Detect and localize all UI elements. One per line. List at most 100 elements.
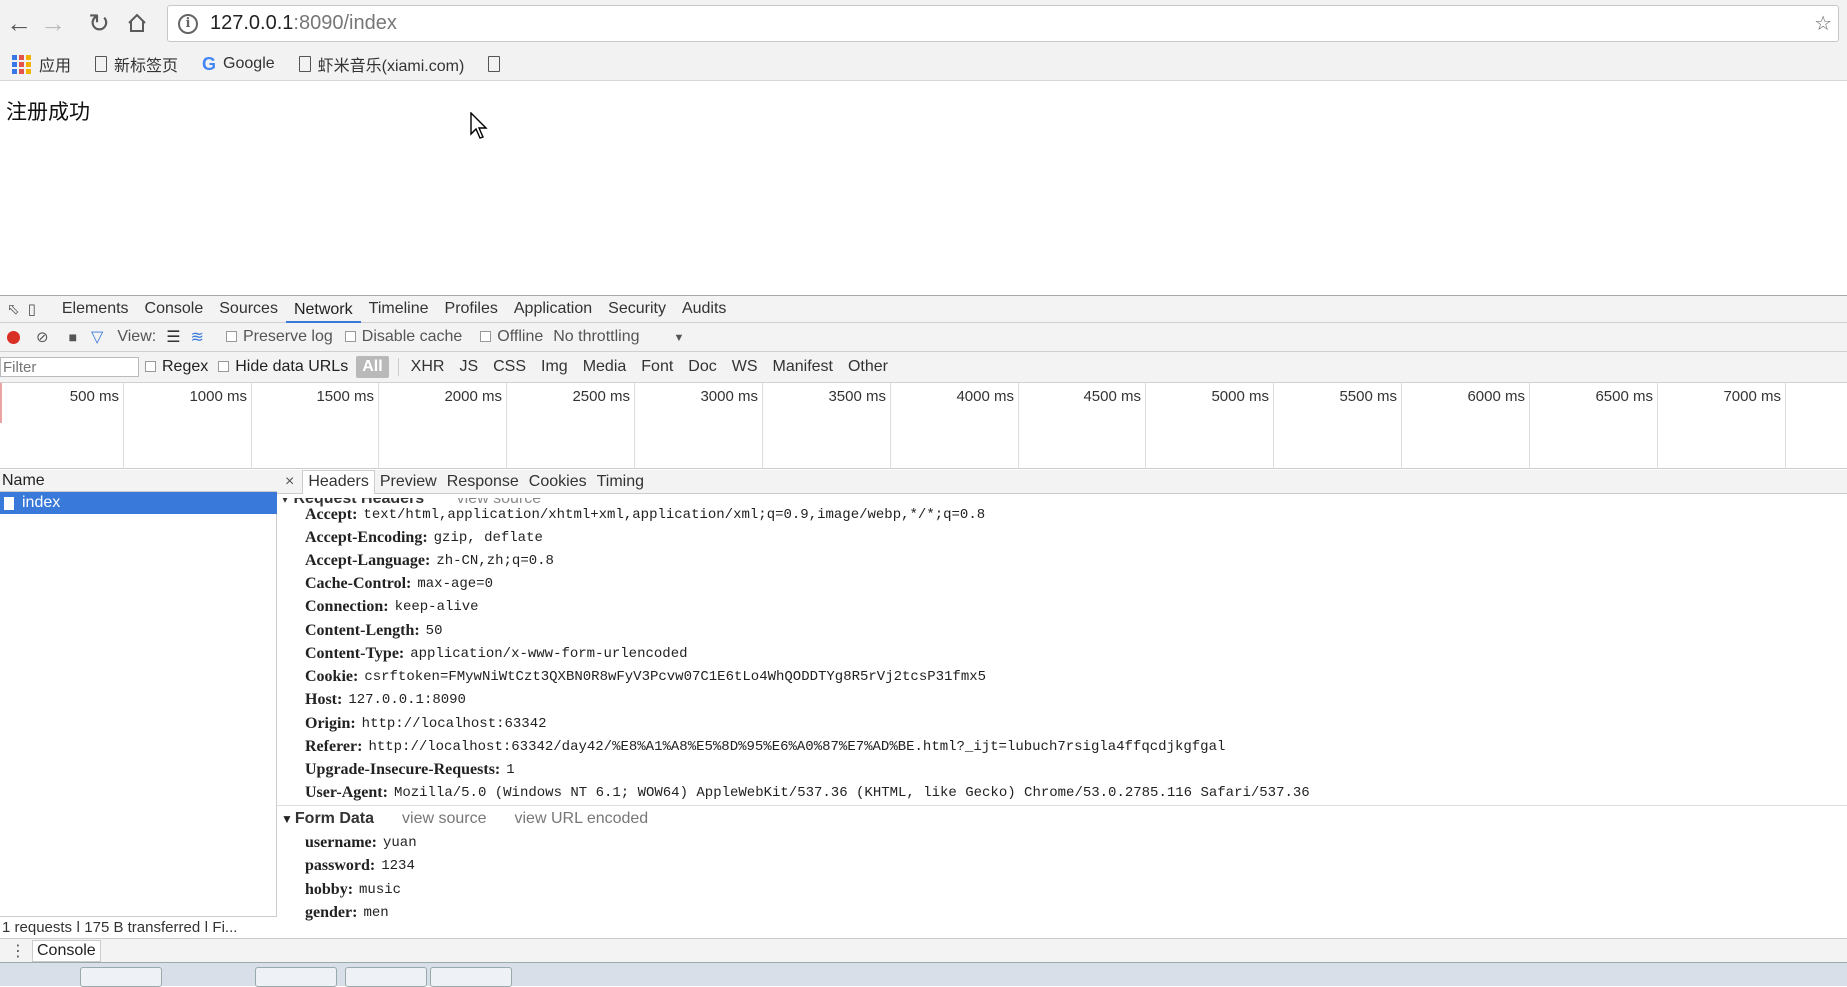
record-icon[interactable] — [7, 330, 20, 344]
reload-icon[interactable]: ↻ — [84, 8, 114, 38]
tab-profiles[interactable]: Profiles — [437, 300, 506, 318]
regex-checkbox[interactable]: Regex — [145, 358, 208, 376]
forward-icon[interactable]: → — [38, 8, 68, 38]
close-icon[interactable]: × — [277, 473, 302, 491]
tab-elements[interactable]: Elements — [54, 300, 137, 318]
bookmark-apps[interactable]: 应用 — [12, 52, 71, 76]
bookmark-label: 虾米音乐(xiami.com) — [317, 58, 465, 75]
tab-sources[interactable]: Sources — [211, 300, 286, 318]
timeline-tick: 5000 ms — [1146, 383, 1274, 469]
filter-type-css[interactable]: CSS — [487, 356, 532, 378]
filter-type-font[interactable]: Font — [635, 356, 679, 378]
timeline-tick: 4500 ms — [1019, 383, 1146, 469]
bookmark-label: Google — [223, 55, 275, 72]
address-bar[interactable]: i 127.0.0.1 :8090/index ☆ — [167, 5, 1839, 42]
tab-network[interactable]: Network — [285, 296, 361, 323]
tab-timeline[interactable]: Timeline — [361, 300, 437, 318]
preserve-log-label: Preserve log — [242, 328, 333, 345]
taskbar-item[interactable] — [255, 967, 337, 987]
header-row: Host: 127.0.0.1:8090 — [305, 691, 466, 708]
header-row: Referer: http://localhost:63342/day42/%E8… — [305, 738, 1226, 755]
page-message: 注册成功 — [6, 101, 90, 124]
inspect-icon[interactable]: ⬁ — [7, 300, 20, 318]
filter-type-media[interactable]: Media — [577, 356, 633, 378]
taskbar-item[interactable] — [345, 967, 427, 987]
filter-type-other[interactable]: Other — [842, 356, 894, 378]
more-vertical-icon[interactable]: ⋮ — [10, 941, 26, 961]
filter-input[interactable] — [0, 357, 139, 377]
filter-bar: Regex Hide data URLs All XHR JS CSS Img … — [0, 352, 1847, 383]
header-row: Accept-Encoding: gzip, deflate — [305, 529, 543, 546]
network-overview[interactable]: 500 ms 1000 ms 1500 ms 2000 ms 2500 ms 3… — [0, 383, 1847, 469]
timeline-tick: 1500 ms — [252, 383, 379, 469]
browser-toolbar: ← → ↻ i 127.0.0.1 :8090/index ☆ — [0, 0, 1847, 48]
chevron-down-icon: ▼ — [673, 332, 685, 344]
header-row: Content-Length: 50 — [305, 622, 443, 639]
view-source-link[interactable]: view source — [402, 810, 486, 828]
mouse-cursor-icon — [470, 112, 488, 139]
triangle-down-icon: ▼ — [281, 811, 293, 826]
bookmark-new-tab[interactable]: 新标签页 — [95, 52, 178, 76]
header-row: Connection: keep-alive — [305, 598, 479, 615]
filter-type-img[interactable]: Img — [535, 356, 574, 378]
star-icon[interactable]: ☆ — [1814, 11, 1832, 36]
view-url-encoded-link[interactable]: view URL encoded — [515, 810, 649, 828]
camera-icon[interactable]: ■ — [69, 329, 77, 345]
hide-data-urls-label: Hide data URLs — [235, 358, 349, 375]
view-label: View: — [117, 328, 157, 345]
taskbar-item[interactable] — [80, 967, 162, 987]
filter-type-doc[interactable]: Doc — [682, 356, 722, 378]
tab-preview[interactable]: Preview — [375, 473, 442, 491]
devtools-panel: ⬁ ▯ Elements Console Sources Network Tim… — [0, 295, 1847, 987]
tab-audits[interactable]: Audits — [674, 300, 734, 318]
hide-data-urls-checkbox[interactable]: Hide data URLs — [218, 358, 348, 376]
name-column-header[interactable]: Name — [0, 470, 277, 492]
timeline-tick: 3500 ms — [763, 383, 891, 469]
form-row: username: yuan — [305, 834, 417, 851]
clear-icon[interactable]: ⊘ — [36, 328, 49, 346]
throttling-value: No throttling — [553, 328, 640, 345]
request-list: Name index 1 requests ǀ 175 B transferre… — [0, 470, 277, 938]
filter-icon[interactable]: ▽ — [91, 327, 103, 347]
throttling-select[interactable]: No throttling ▼ — [553, 328, 684, 346]
google-icon: G — [202, 53, 217, 74]
page-icon — [95, 56, 108, 72]
info-icon[interactable]: i — [178, 13, 198, 34]
filter-type-manifest[interactable]: Manifest — [767, 356, 839, 378]
preserve-log-checkbox[interactable]: Preserve log — [225, 328, 333, 346]
tab-response[interactable]: Response — [442, 473, 524, 491]
section-title: Form Data — [294, 809, 375, 827]
tab-console[interactable]: Console — [137, 300, 212, 318]
form-data-section[interactable]: ▼ Form Data view source view URL encoded — [277, 805, 1847, 831]
header-row: User-Agent: Mozilla/5.0 (Windows NT 6.1; … — [305, 784, 1310, 801]
filter-type-js[interactable]: JS — [453, 356, 484, 378]
header-row: Accept: text/html,application/xhtml+xml,a… — [305, 506, 986, 523]
tab-application[interactable]: Application — [506, 300, 600, 318]
request-name: index — [22, 494, 61, 511]
offline-checkbox[interactable]: Offline — [480, 328, 543, 346]
bookmark-blank[interactable] — [488, 56, 507, 72]
tab-timing[interactable]: Timing — [592, 473, 649, 491]
filter-type-xhr[interactable]: XHR — [405, 356, 451, 378]
filter-type-ws[interactable]: WS — [726, 356, 764, 378]
tab-headers[interactable]: Headers — [302, 470, 375, 494]
page-icon — [488, 56, 501, 72]
list-view-icon[interactable]: ☰ — [166, 327, 180, 347]
header-row: Content-Type: application/x-www-form-urle… — [305, 645, 688, 662]
detail-tabbar: × Headers Preview Response Cookies Timin… — [277, 470, 1847, 494]
bookmark-google[interactable]: G Google — [202, 54, 275, 75]
url-path: :8090/index — [293, 12, 397, 34]
tab-security[interactable]: Security — [600, 300, 674, 318]
bookmark-xiami[interactable]: 虾米音乐(xiami.com) — [298, 52, 465, 76]
table-row[interactable]: index — [0, 492, 277, 514]
device-icon[interactable]: ▯ — [28, 300, 36, 318]
taskbar-item[interactable] — [430, 967, 512, 987]
tab-cookies[interactable]: Cookies — [524, 473, 592, 491]
drawer-tab-console[interactable]: Console — [32, 939, 101, 962]
home-icon[interactable] — [122, 8, 152, 38]
waterfall-view-icon[interactable]: ≋ — [191, 327, 204, 347]
offline-label: Offline — [497, 328, 544, 345]
disable-cache-checkbox[interactable]: Disable cache — [344, 328, 462, 346]
back-icon[interactable]: ← — [4, 8, 34, 38]
filter-type-all[interactable]: All — [356, 356, 389, 378]
